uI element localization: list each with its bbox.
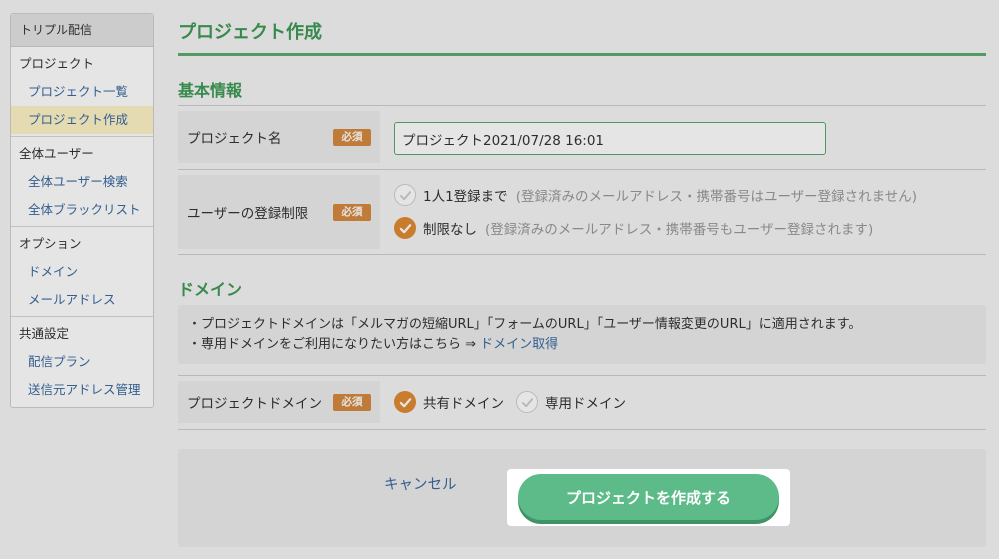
option-no-limit[interactable]: 制限なし (登録済みのメールアドレス・携帯番号もユーザー登録されます) xyxy=(394,217,873,239)
sidebar-category-options: オプション xyxy=(19,236,82,251)
sidebar: トリプル配信 プロジェクト プロジェクト一覧 プロジェクト作成 全体ユーザー 全… xyxy=(10,13,154,408)
sidebar-item-sender-address[interactable]: 送信元アドレス管理 xyxy=(11,376,153,404)
sidebar-category-common-settings: 共通設定 xyxy=(19,326,70,341)
required-badge: 必須 xyxy=(333,128,371,146)
project-name-input[interactable] xyxy=(394,122,826,155)
section-title-basic-info: 基本情報 xyxy=(178,81,243,100)
page-title: プロジェクト作成 xyxy=(178,22,322,43)
registration-limit-label: ユーザーの登録制限 必須 xyxy=(178,175,380,249)
sidebar-category-project: プロジェクト xyxy=(19,56,95,71)
cancel-link[interactable]: キャンセル xyxy=(384,473,457,494)
option-label: 共有ドメイン xyxy=(423,396,504,412)
sidebar-item-project-create[interactable]: プロジェクト作成 xyxy=(11,106,153,134)
sidebar-item-domain[interactable]: ドメイン xyxy=(11,258,153,286)
option-note: (登録済みのメールアドレス・携帯番号もユーザー登録されます) xyxy=(485,222,874,238)
project-name-label: プロジェクト名 必須 xyxy=(178,111,380,163)
sidebar-group-options: オプション ドメイン メールアドレス xyxy=(11,227,153,317)
sidebar-item-project-list[interactable]: プロジェクト一覧 xyxy=(11,78,153,106)
option-one-registration[interactable]: 1人1登録まで (登録済みのメールアドレス・携帯番号はユーザー登録されません) xyxy=(394,184,917,206)
checkmark-icon xyxy=(394,184,416,206)
domain-info-line: ・専用ドメインをご利用になりたい方はこちら ⇒ ドメイン取得 xyxy=(188,335,986,355)
option-dedicated-domain[interactable]: 専用ドメイン xyxy=(516,391,626,413)
checkmark-icon xyxy=(394,217,416,239)
option-label: 専用ドメイン xyxy=(545,396,626,412)
submit-highlight: プロジェクトを作成する xyxy=(507,469,790,526)
sidebar-header: トリプル配信 xyxy=(11,14,153,47)
project-domain-label-text: プロジェクトドメイン xyxy=(187,396,322,412)
domain-info-line: ・プロジェクトドメインは「メルマガの短縮URL」「フォームのURL」「ユーザー情… xyxy=(188,317,862,332)
sidebar-group-all-users: 全体ユーザー 全体ユーザー検索 全体ブラックリスト xyxy=(11,137,153,227)
section-title-domain: ドメイン xyxy=(178,280,243,299)
required-badge: 必須 xyxy=(333,203,371,221)
domain-info-text: ・専用ドメインをご利用になりたい方はこちら ⇒ xyxy=(188,337,481,352)
sidebar-group-project: プロジェクト プロジェクト一覧 プロジェクト作成 xyxy=(11,47,153,137)
domain-info-box: ・プロジェクトドメインは「メルマガの短縮URL」「フォームのURL」「ユーザー情… xyxy=(178,305,986,364)
create-project-button[interactable]: プロジェクトを作成する xyxy=(518,474,779,520)
checkmark-icon xyxy=(394,391,416,413)
checkmark-icon xyxy=(516,391,538,413)
option-shared-domain[interactable]: 共有ドメイン xyxy=(394,391,504,413)
required-badge: 必須 xyxy=(333,393,371,411)
title-divider xyxy=(178,53,986,56)
sidebar-category-all-users: 全体ユーザー xyxy=(19,146,94,161)
sidebar-item-user-search[interactable]: 全体ユーザー検索 xyxy=(11,168,153,196)
project-name-label-text: プロジェクト名 xyxy=(187,131,282,147)
project-domain-label: プロジェクトドメイン 必須 xyxy=(178,381,380,423)
registration-limit-label-text: ユーザーの登録制限 xyxy=(187,206,309,222)
row-divider xyxy=(178,375,986,376)
get-domain-link[interactable]: ドメイン取得 xyxy=(480,337,558,352)
option-label: 制限なし xyxy=(423,222,477,238)
row-divider xyxy=(178,429,986,430)
sidebar-item-delivery-plan[interactable]: 配信プラン xyxy=(11,348,153,376)
row-divider xyxy=(178,254,986,255)
section-divider xyxy=(178,105,986,106)
sidebar-group-common-settings: 共通設定 配信プラン 送信元アドレス管理 xyxy=(11,317,153,406)
sidebar-item-email-address[interactable]: メールアドレス xyxy=(11,286,153,314)
sidebar-item-blacklist[interactable]: 全体ブラックリスト xyxy=(11,196,153,224)
option-note: (登録済みのメールアドレス・携帯番号はユーザー登録されません) xyxy=(515,189,918,205)
option-label: 1人1登録まで xyxy=(423,189,508,205)
row-divider xyxy=(178,169,986,170)
